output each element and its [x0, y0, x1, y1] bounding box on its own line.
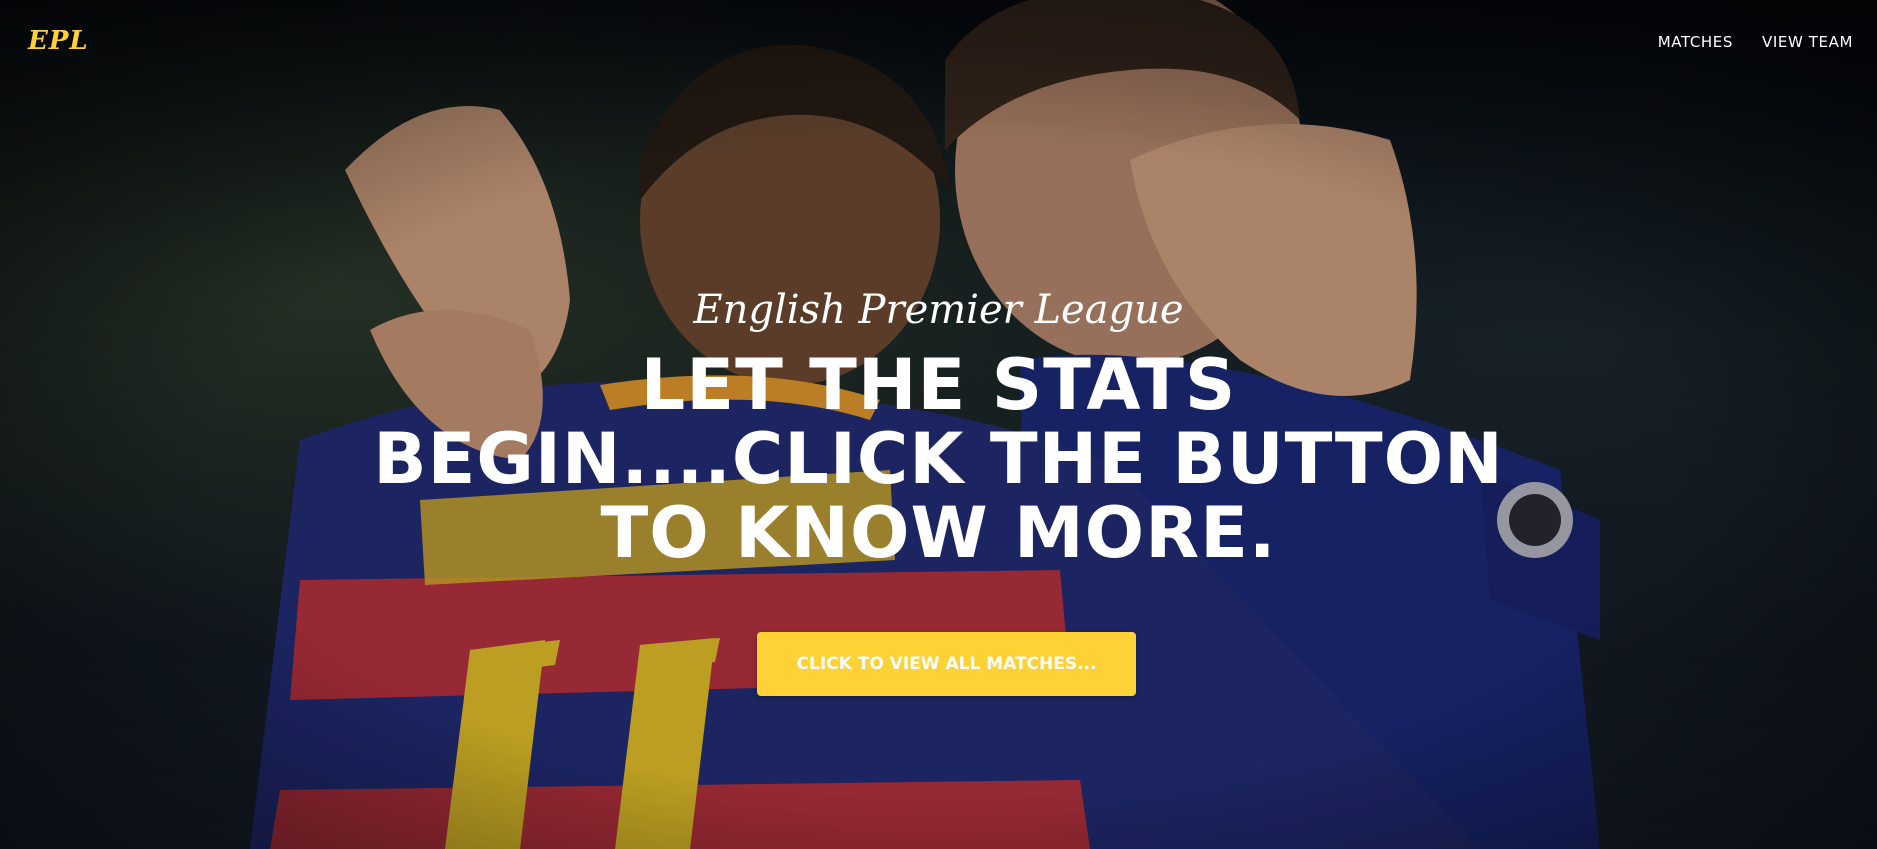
brand-logo[interactable]: EPL	[28, 26, 89, 56]
intro-lead-in: English Premier League	[693, 287, 1184, 333]
intro-text: English Premier League LET THE STATS BEG…	[0, 282, 1877, 570]
navbar: EPL MATCHES VIEW TEAM	[0, 0, 1877, 84]
nav-link-matches[interactable]: MATCHES	[1658, 33, 1733, 51]
hero-section: EPL MATCHES VIEW TEAM English Premier Le…	[0, 0, 1877, 849]
nav-link-view-team[interactable]: VIEW TEAM	[1762, 33, 1853, 51]
intro-heading: LET THE STATS BEGIN....CLICK THE BUTTON …	[373, 344, 1504, 574]
nav-links: MATCHES VIEW TEAM	[1658, 33, 1853, 51]
view-all-matches-button[interactable]: CLICK TO VIEW ALL MATCHES...	[757, 632, 1136, 696]
